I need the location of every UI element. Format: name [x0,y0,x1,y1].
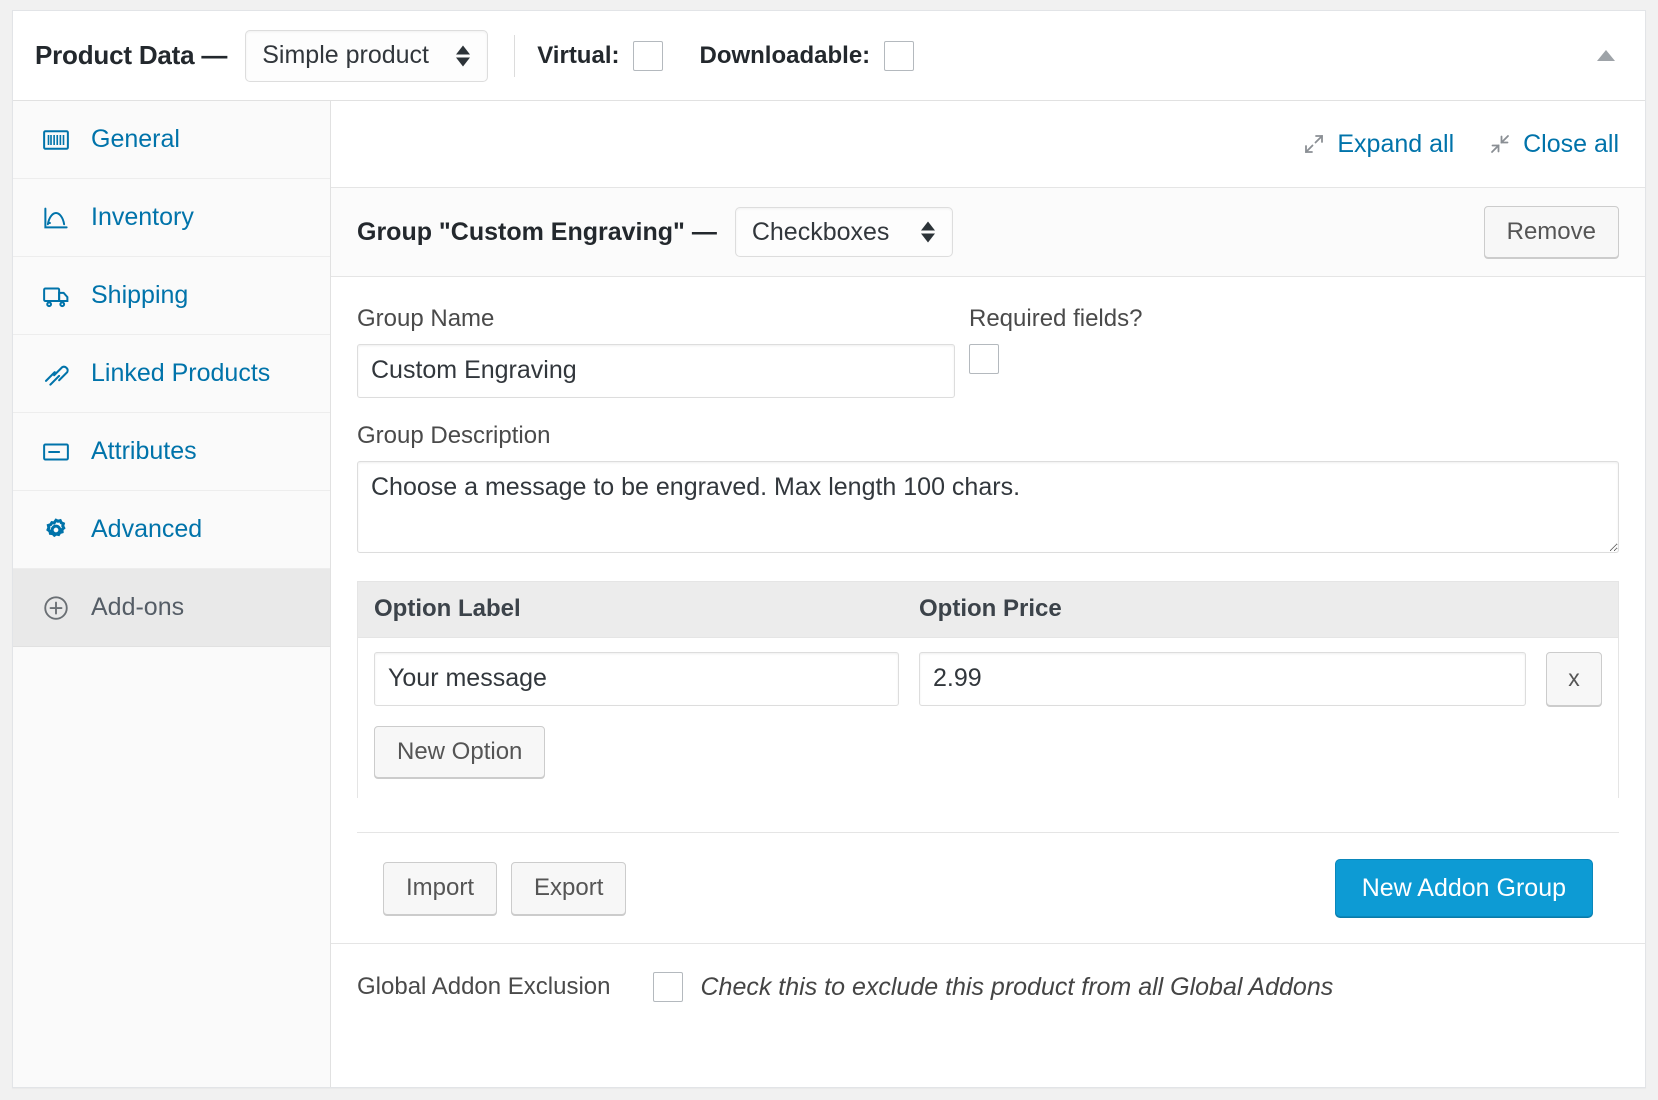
page-title: Product Data — [35,40,227,71]
screen-root: Product Data — Simple product Virtual: D… [0,0,1658,1100]
import-button[interactable]: Import [383,862,497,915]
expand-icon [1302,132,1326,156]
barcode-icon [39,123,73,157]
export-button[interactable]: Export [511,862,626,915]
sidebar-item-general[interactable]: General [13,101,330,179]
virtual-label: Virtual: [537,42,619,70]
virtual-checkbox[interactable] [633,41,663,71]
sidebar-item-label: Attributes [91,439,197,464]
sidebar-item-label: Inventory [91,205,194,230]
column-header-option-label: Option Label [374,595,919,623]
group-description-field: Group Description Choose a message to be… [357,422,1619,553]
group-name-input[interactable] [357,344,955,398]
product-type-select-wrapper: Simple product [245,30,488,82]
addon-group-title: Group "Custom Engraving" — [357,218,717,247]
group-name-row: Group Name Required fields? [357,305,1619,398]
expand-all-link[interactable]: Expand all [1302,130,1454,159]
truck-icon [39,279,73,313]
product-type-select[interactable]: Simple product [245,30,488,82]
product-data-body: General Inventory [13,101,1645,1087]
group-description-textarea[interactable]: Choose a message to be engraved. Max len… [357,461,1619,553]
remove-option-button[interactable]: x [1546,652,1602,706]
addon-group-header: Group "Custom Engraving" — Checkboxes Re… [331,187,1645,277]
options-table-header: Option Label Option Price [358,582,1618,638]
sidebar-item-linked-products[interactable]: Linked Products [13,335,330,413]
product-data-tabs: General Inventory [13,101,331,1087]
downloadable-label: Downloadable: [699,42,870,70]
sidebar-item-add-ons[interactable]: Add-ons [13,569,330,647]
sidebar-item-label: Linked Products [91,361,270,386]
product-data-header: Product Data — Simple product Virtual: D… [13,11,1645,101]
sidebar-item-label: General [91,127,180,152]
required-fields-checkbox[interactable] [969,344,999,374]
product-data-panel: Product Data — Simple product Virtual: D… [12,10,1646,1088]
options-table: Option Label Option Price x [357,581,1619,799]
addons-footer-toolbar: Import Export New Addon Group [357,832,1619,943]
sidebar-item-advanced[interactable]: Advanced [13,491,330,569]
close-all-label: Close all [1523,130,1619,159]
expand-all-label: Expand all [1337,130,1454,159]
close-all-link[interactable]: Close all [1488,130,1619,159]
option-price-cell [919,652,1526,706]
downloadable-checkbox-group: Downloadable: [699,41,914,71]
chart-icon [39,201,73,235]
addon-type-select[interactable]: Checkboxes [735,207,953,257]
required-fields-field: Required fields? [969,305,1142,379]
virtual-checkbox-group: Virtual: [537,41,663,71]
addon-group-body: Group Name Required fields? Group Descri… [331,277,1645,943]
group-name-field: Group Name [357,305,955,398]
gear-icon [39,513,73,547]
new-addon-group-button[interactable]: New Addon Group [1335,859,1593,917]
sidebar-item-inventory[interactable]: Inventory [13,179,330,257]
new-option-button[interactable]: New Option [374,726,545,779]
global-addon-exclusion-label: Global Addon Exclusion [357,973,611,1001]
sidebar-item-label: Advanced [91,517,202,542]
addon-type-select-wrapper: Checkboxes [735,207,953,257]
triangle-up-icon[interactable] [1593,43,1619,69]
sidebar-item-shipping[interactable]: Shipping [13,257,330,335]
addons-toolbar: Expand all Close all [331,101,1645,187]
global-addon-exclusion-checkbox[interactable] [653,972,683,1002]
addons-panel-content: Expand all Close all Group "Custom Engra… [331,101,1645,1087]
plus-circle-icon [39,591,73,625]
option-label-input[interactable] [374,652,899,706]
header-divider [514,35,515,77]
table-row: x [358,638,1618,720]
global-addon-exclusion-note: Check this to exclude this product from … [701,973,1334,1002]
group-description-label: Group Description [357,422,1619,451]
downloadable-checkbox[interactable] [884,41,914,71]
sidebar-item-attributes[interactable]: Attributes [13,413,330,491]
options-table-footer: New Option [358,720,1618,799]
required-fields-label: Required fields? [969,305,1142,334]
sidebar-item-label: Add-ons [91,595,184,620]
remove-group-button[interactable]: Remove [1484,206,1619,259]
global-addon-exclusion-row: Global Addon Exclusion Check this to exc… [331,943,1645,1030]
collapse-icon [1488,132,1512,156]
column-header-option-price: Option Price [919,595,1602,623]
attributes-icon [39,435,73,469]
sidebar-item-label: Shipping [91,283,188,308]
option-label-cell [374,652,899,706]
links-icon [39,357,73,391]
group-name-label: Group Name [357,305,955,334]
option-price-input[interactable] [919,652,1526,706]
